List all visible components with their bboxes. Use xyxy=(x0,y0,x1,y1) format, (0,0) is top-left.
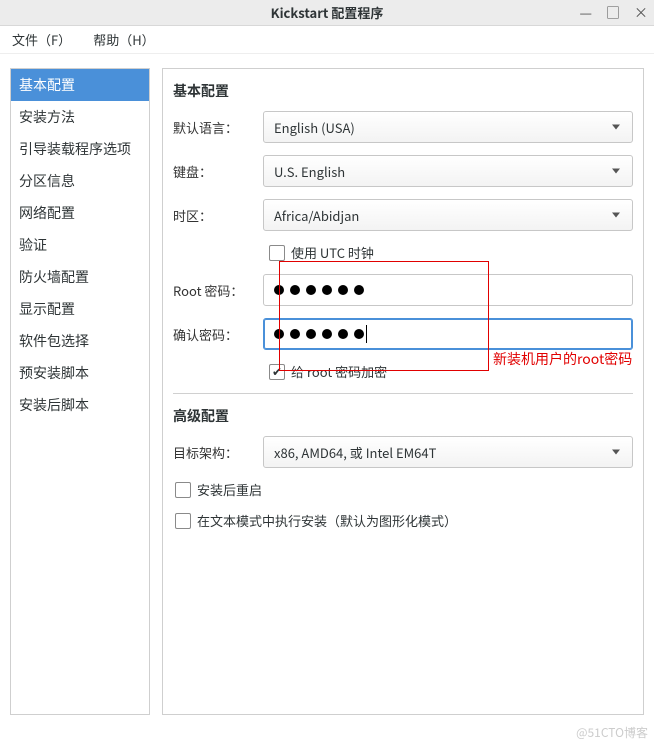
minimize-button[interactable]: — xyxy=(579,3,592,23)
sidebar-item-7[interactable]: 显示配置 xyxy=(11,293,149,325)
window-title: Kickstart 配置程序 xyxy=(271,3,384,22)
label-reboot: 安装后重启 xyxy=(197,480,262,499)
sidebar-item-9[interactable]: 预安装脚本 xyxy=(11,357,149,389)
checkbox-textmode[interactable] xyxy=(175,513,191,529)
sidebar-item-3[interactable]: 分区信息 xyxy=(11,165,149,197)
label-confirm-password: 确认密码： xyxy=(173,325,263,344)
row-arch: 目标架构： x86, AMD64, 或 Intel EM64T xyxy=(173,436,633,468)
sidebar-item-5[interactable]: 验证 xyxy=(11,229,149,261)
watermark: @51CTO博客 xyxy=(576,724,648,741)
sidebar-item-6[interactable]: 防火墙配置 xyxy=(11,261,149,293)
dropdown-timezone[interactable]: Africa/Abidjan xyxy=(263,199,633,231)
label-language: 默认语言： xyxy=(173,118,263,137)
sidebar-item-1[interactable]: 安装方法 xyxy=(11,101,149,133)
label-timezone: 时区： xyxy=(173,206,263,225)
dropdown-language-value: English (USA) xyxy=(274,118,355,137)
sidebar-item-0[interactable]: 基本配置 xyxy=(11,69,149,101)
dropdown-arch[interactable]: x86, AMD64, 或 Intel EM64T xyxy=(263,436,633,468)
advanced-config-title: 高级配置 xyxy=(173,406,633,426)
sidebar: 基本配置安装方法引导装载程序选项分区信息网络配置验证防火墙配置显示配置软件包选择… xyxy=(10,68,150,715)
label-encrypt: 给 root 密码加密 xyxy=(291,362,387,381)
dropdown-keyboard[interactable]: U.S. English xyxy=(263,155,633,187)
label-root-password: Root 密码： xyxy=(173,281,263,300)
row-textmode[interactable]: 在文本模式中执行安装（默认为图形化模式） xyxy=(175,511,633,530)
dropdown-arch-value: x86, AMD64, 或 Intel EM64T xyxy=(274,443,436,462)
password-dots xyxy=(274,329,364,339)
sidebar-item-4[interactable]: 网络配置 xyxy=(11,197,149,229)
sidebar-item-8[interactable]: 软件包选择 xyxy=(11,325,149,357)
checkbox-encrypt[interactable] xyxy=(269,364,285,380)
menu-help[interactable]: 帮助（H） xyxy=(87,26,160,53)
row-language: 默认语言： English (USA) xyxy=(173,111,633,143)
input-confirm-password[interactable] xyxy=(263,318,633,350)
basic-config-title: 基本配置 xyxy=(173,81,633,101)
password-dots xyxy=(274,285,364,295)
content-panel: 基本配置 默认语言： English (USA) 键盘： U.S. Englis… xyxy=(162,68,644,715)
title-bar: Kickstart 配置程序 — □ × xyxy=(0,0,654,26)
checkbox-utc[interactable] xyxy=(269,245,285,261)
label-keyboard: 键盘： xyxy=(173,162,263,181)
checkbox-reboot[interactable] xyxy=(175,482,191,498)
input-root-password[interactable] xyxy=(263,274,633,306)
label-textmode: 在文本模式中执行安装（默认为图形化模式） xyxy=(197,511,457,530)
sidebar-item-2[interactable]: 引导装载程序选项 xyxy=(11,133,149,165)
row-encrypt[interactable]: 给 root 密码加密 xyxy=(269,362,633,381)
row-keyboard: 键盘： U.S. English xyxy=(173,155,633,187)
dropdown-language[interactable]: English (USA) xyxy=(263,111,633,143)
text-cursor xyxy=(366,325,367,343)
label-arch: 目标架构： xyxy=(173,443,263,462)
menu-bar: 文件（F） 帮助（H） xyxy=(0,26,654,54)
dropdown-keyboard-value: U.S. English xyxy=(274,162,345,181)
section-separator xyxy=(173,393,633,394)
label-utc: 使用 UTC 时钟 xyxy=(291,243,374,262)
row-utc[interactable]: 使用 UTC 时钟 xyxy=(269,243,633,262)
maximize-button[interactable]: □ xyxy=(606,3,620,23)
close-button[interactable]: × xyxy=(634,3,648,23)
row-confirm-password: 确认密码： xyxy=(173,318,633,350)
menu-file[interactable]: 文件（F） xyxy=(6,26,77,53)
row-root-password: Root 密码： xyxy=(173,274,633,306)
row-reboot[interactable]: 安装后重启 xyxy=(175,480,633,499)
window-controls: — □ × xyxy=(579,3,648,23)
sidebar-item-10[interactable]: 安装后脚本 xyxy=(11,389,149,421)
dropdown-timezone-value: Africa/Abidjan xyxy=(274,206,359,225)
row-timezone: 时区： Africa/Abidjan xyxy=(173,199,633,231)
main-area: 基本配置安装方法引导装载程序选项分区信息网络配置验证防火墙配置显示配置软件包选择… xyxy=(0,54,654,725)
